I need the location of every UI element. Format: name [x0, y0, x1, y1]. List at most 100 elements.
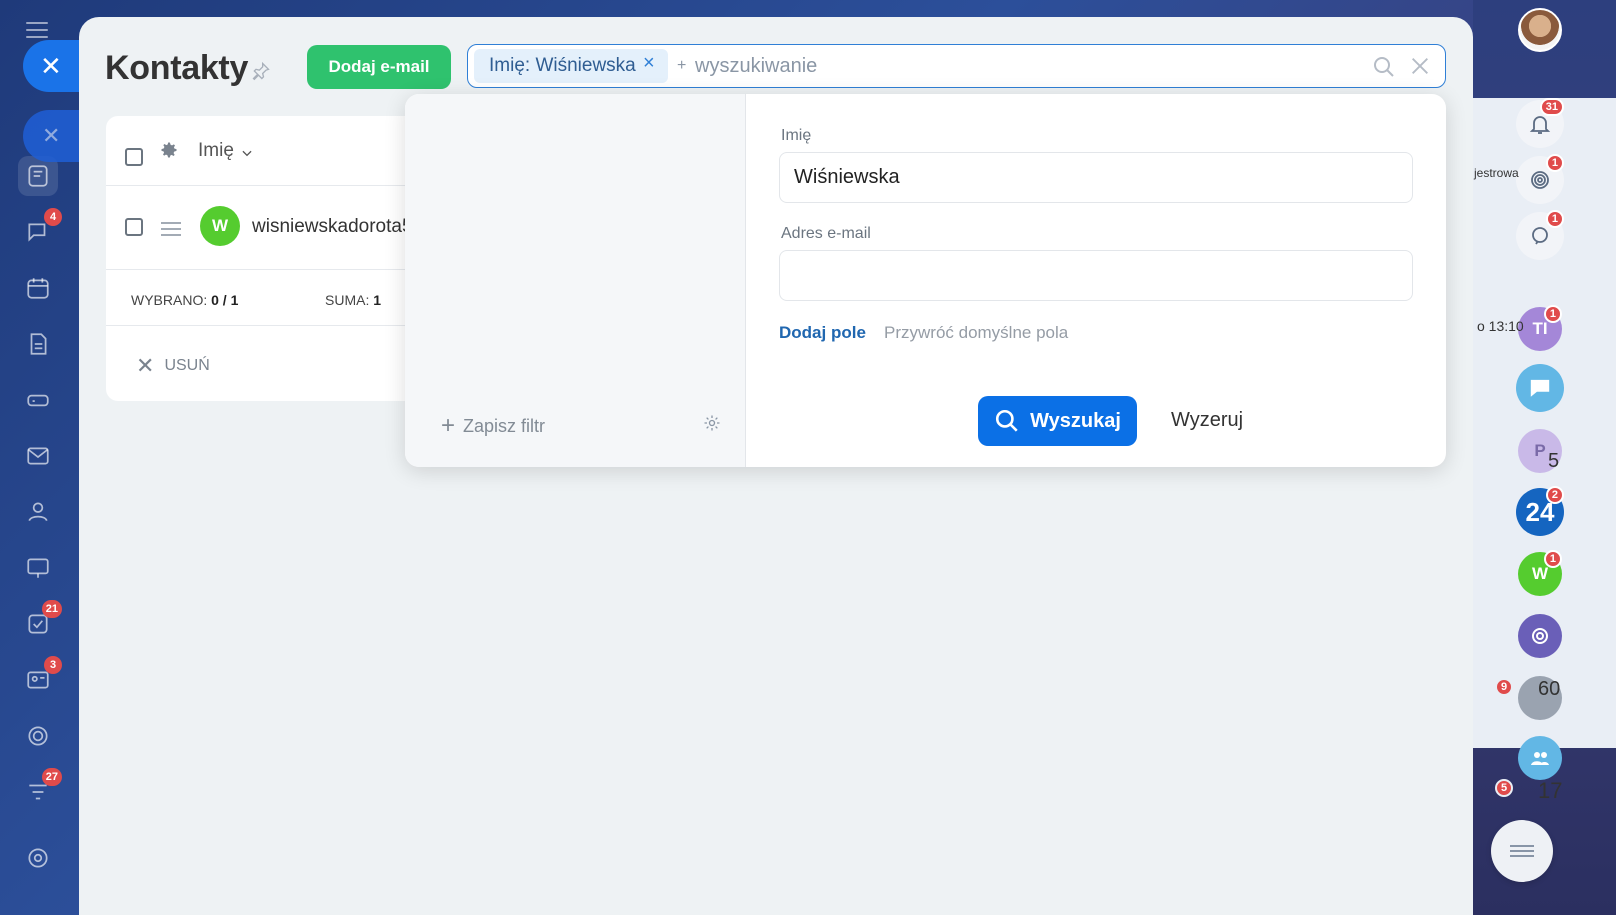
- add-field-link[interactable]: Dodaj pole: [779, 323, 866, 343]
- filter-chip-remove-icon[interactable]: ×: [643, 52, 655, 75]
- avatar-w-label: W: [1531, 564, 1549, 583]
- bitrix24-chat[interactable]: 24 2: [1516, 486, 1564, 536]
- drive-icon: [27, 394, 49, 407]
- left-badge-5: 5: [1495, 779, 1514, 797]
- name-field[interactable]: [779, 152, 1413, 203]
- selected-count-label: WYBRANO:: [131, 292, 208, 308]
- copilot-button[interactable]: [1518, 614, 1562, 658]
- save-filter-label: Zapisz filtr: [463, 415, 546, 436]
- calendar-icon: [27, 278, 49, 299]
- avatar-w-badge: 1: [1543, 550, 1562, 568]
- sidebar-item-drive[interactable]: [18, 380, 58, 420]
- filter-search-bar[interactable]: Imię: Wiśniewska × +: [467, 44, 1446, 88]
- sidebar-item-goals[interactable]: [18, 716, 58, 756]
- total-count: SUMA: 1: [325, 292, 381, 308]
- add-filter-plus: +: [677, 57, 687, 74]
- sidebar-item-messenger[interactable]: 4: [18, 208, 62, 252]
- avatar-ti-label: TI: [1532, 319, 1548, 338]
- contacts-slider: Kontakty Dodaj e-mail Imię: Wiśniewska ×…: [79, 17, 1473, 915]
- board-icon: [27, 558, 49, 578]
- document-icon: [30, 333, 47, 355]
- sidebar-item-employees[interactable]: [18, 492, 58, 532]
- pin-icon[interactable]: [251, 61, 271, 81]
- menu-icon[interactable]: [26, 22, 48, 38]
- user-avatar[interactable]: [1518, 8, 1562, 52]
- selected-count-value: 0 / 1: [211, 292, 239, 308]
- chat-search-badge: 1: [1545, 210, 1564, 228]
- list-icon: [1510, 842, 1534, 860]
- left-badge-9: 9: [1495, 678, 1514, 696]
- avatar-ti-badge: 1: [1543, 305, 1562, 323]
- sidebar-item-boards[interactable]: [18, 548, 58, 588]
- peek-number-5: 5: [1548, 450, 1560, 472]
- search-button-label: Wyszukaj: [1030, 409, 1121, 432]
- group-chat-avatar[interactable]: [1518, 736, 1562, 780]
- peek-text-time: o 13:10: [1477, 318, 1524, 334]
- messenger-badge: 4: [44, 208, 62, 226]
- search-input[interactable]: [695, 52, 1345, 80]
- avatar-w[interactable]: W 1: [1518, 550, 1562, 596]
- search-button[interactable]: Wyszukaj: [978, 396, 1137, 446]
- sidebar-item-mail[interactable]: [18, 436, 58, 476]
- chat-search-button[interactable]: 1: [1516, 210, 1564, 260]
- presets-settings-gear-icon[interactable]: [702, 413, 722, 433]
- filter-presets-panel: + Zapisz filtr: [405, 94, 746, 467]
- avatar-p-label: P: [1534, 441, 1546, 460]
- row-avatar: W: [200, 206, 240, 246]
- copilot-icon: [1532, 628, 1548, 644]
- sidebar-item-documents[interactable]: [18, 324, 58, 364]
- peek-number-17: 17: [1538, 778, 1563, 803]
- peek-number-60: 60: [1538, 678, 1561, 700]
- bitrix24-badge: 2: [1545, 486, 1564, 504]
- drag-handle-icon[interactable]: [161, 222, 181, 240]
- sidebar-item-feed[interactable]: [18, 156, 58, 196]
- delete-label: USUŃ: [164, 357, 210, 374]
- add-email-button[interactable]: Dodaj e-mail: [307, 45, 451, 89]
- sidebar-item-funnel[interactable]: 27: [18, 768, 62, 812]
- row-checkbox[interactable]: [125, 218, 143, 236]
- recent-list-button[interactable]: [1491, 820, 1553, 882]
- save-filter-button[interactable]: + Zapisz filtr: [441, 412, 545, 440]
- search-icon: [996, 409, 1018, 432]
- column-header-name[interactable]: Imię: [198, 140, 234, 162]
- sidebar-item-settings[interactable]: [18, 838, 58, 878]
- funnel-badge: 27: [41, 768, 62, 786]
- search-icon[interactable]: [1372, 55, 1396, 79]
- settings-icon: [28, 848, 48, 868]
- chat-search-icon: [1532, 227, 1548, 245]
- chat-bubble-icon: [1530, 379, 1550, 397]
- selected-count: WYBRANO: 0 / 1: [131, 292, 238, 308]
- table-row[interactable]: W wisniewskadorota5: [106, 186, 446, 270]
- grid-header: Imię: [106, 116, 446, 186]
- notifications-button[interactable]: 31: [1516, 98, 1564, 148]
- grid-settings-gear-icon[interactable]: [159, 140, 179, 160]
- feed-icon: [28, 165, 48, 187]
- restore-default-fields-link[interactable]: Przywróć domyślne pola: [884, 323, 1068, 343]
- notifications-badge: 31: [1539, 98, 1564, 116]
- group-icon: [1531, 752, 1549, 765]
- target-icon: [28, 726, 48, 746]
- filter-chip[interactable]: Imię: Wiśniewska: [474, 49, 668, 83]
- avatar-ti[interactable]: TI 1: [1518, 305, 1562, 351]
- clear-search-icon[interactable]: [1409, 55, 1431, 77]
- goals-badge: 1: [1545, 154, 1564, 172]
- field-label-name: Imię: [781, 127, 812, 144]
- target-icon: [1531, 171, 1549, 189]
- plus-icon: +: [441, 412, 456, 439]
- select-all-checkbox[interactable]: [125, 148, 143, 166]
- total-count-value: 1: [373, 292, 382, 308]
- goals-button[interactable]: 1: [1516, 154, 1564, 204]
- delete-button[interactable]: ✕ USUŃ: [136, 353, 210, 379]
- email-field[interactable]: [779, 250, 1413, 301]
- contacts-grid: Imię W wisniewskadorota5 WYBRANO: 0 / 1 …: [106, 116, 446, 401]
- sidebar-item-tasks[interactable]: 21: [18, 600, 62, 644]
- close-slider-button[interactable]: ✕: [23, 40, 85, 92]
- chevron-down-icon[interactable]: [240, 146, 254, 160]
- general-chat-button[interactable]: [1516, 364, 1564, 412]
- grid-footer: WYBRANO: 0 / 1 SUMA: 1: [106, 270, 446, 326]
- mail-icon: [27, 447, 49, 465]
- reset-button[interactable]: Wyzeruj: [1171, 409, 1243, 432]
- sidebar-item-crm[interactable]: 3: [18, 656, 62, 700]
- close-slider-button-secondary[interactable]: ✕: [23, 110, 85, 162]
- sidebar-item-calendar[interactable]: [18, 268, 58, 308]
